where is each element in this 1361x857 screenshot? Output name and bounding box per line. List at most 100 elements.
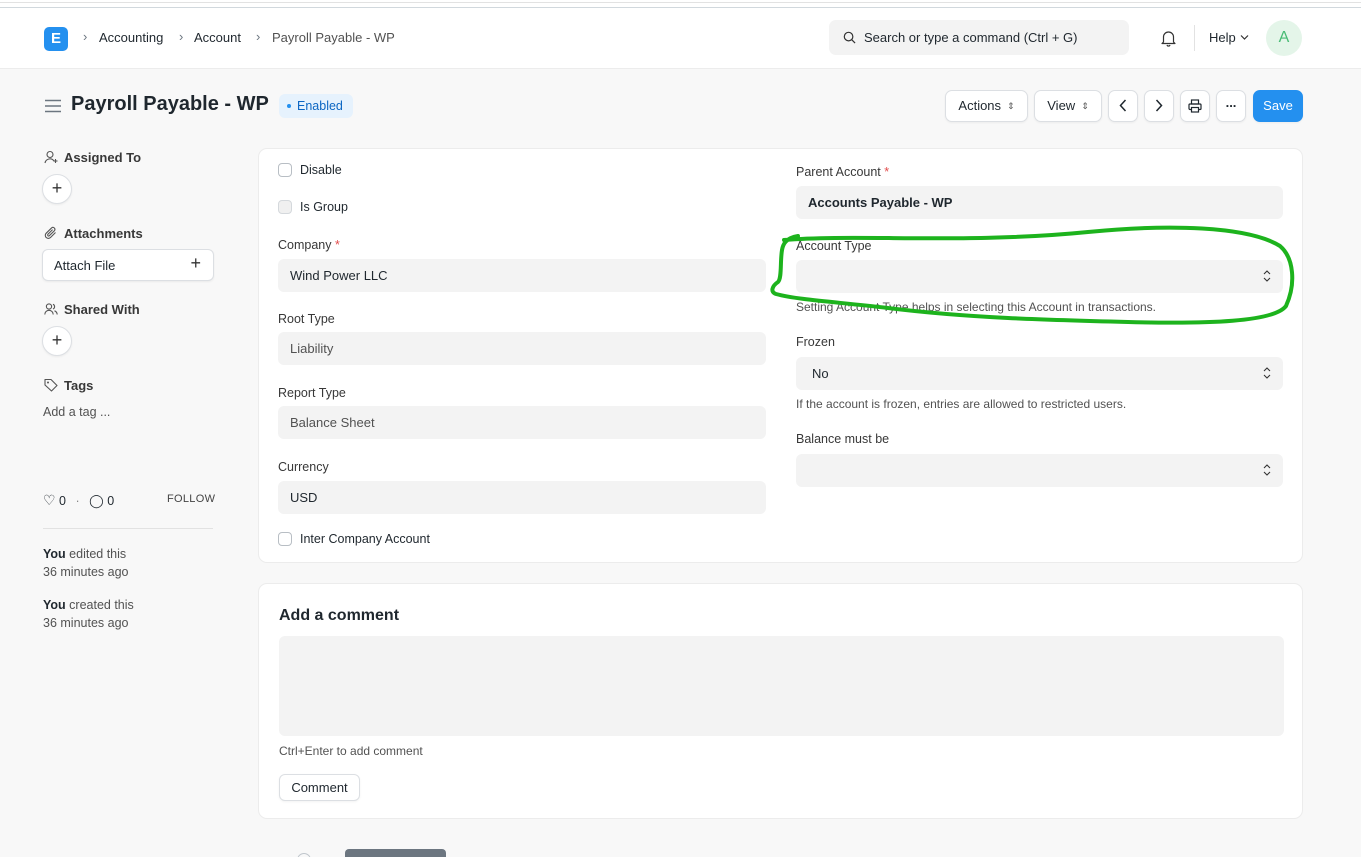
printer-icon <box>1188 99 1202 113</box>
currency-label: Currency <box>278 460 329 474</box>
report-type-field: Balance Sheet <box>278 406 766 439</box>
activity-time: 36 minutes ago <box>43 565 129 579</box>
account-type-description: Setting Account Type helps in selecting … <box>796 300 1156 314</box>
follow-button[interactable]: FOLLOW <box>167 493 215 505</box>
bottom-partial-icon <box>297 853 311 857</box>
next-doc-button[interactable] <box>1144 90 1174 122</box>
comment-count: 0 <box>107 494 115 508</box>
parent-account-field[interactable]: Accounts Payable - WP <box>796 186 1283 219</box>
actions-button[interactable]: Actions ⇕ <box>945 90 1028 122</box>
help-dropdown[interactable]: Help <box>1209 30 1236 45</box>
attach-file-button[interactable]: Attach File + <box>42 249 214 281</box>
inter-company-checkbox[interactable] <box>278 532 292 546</box>
account-type-label: Account Type <box>796 239 872 253</box>
like-count: 0 <box>59 494 66 508</box>
frozen-description: If the account is frozen, entries are al… <box>796 397 1127 411</box>
comment-icon[interactable]: ◯ <box>89 493 104 508</box>
activity-user: You <box>43 598 66 612</box>
search-placeholder: Search or type a command (Ctrl + G) <box>864 30 1078 45</box>
previous-doc-button[interactable] <box>1108 90 1138 122</box>
chevron-right-icon: › <box>179 29 184 44</box>
frozen-label: Frozen <box>796 335 835 349</box>
currency-field[interactable]: USD <box>278 481 766 514</box>
browser-top-strip <box>0 0 1361 8</box>
shared-with-label: Shared With <box>64 302 140 317</box>
breadcrumb-accounting[interactable]: Accounting <box>99 30 163 45</box>
heart-icon[interactable]: ♡ <box>43 492 56 508</box>
add-share-button[interactable]: + <box>42 326 72 356</box>
select-arrows-icon <box>1263 270 1271 282</box>
navbar: E › Accounting › Account › Payroll Payab… <box>0 8 1361 69</box>
chevron-right-icon: › <box>256 29 261 44</box>
assigned-to-label: Assigned To <box>64 150 142 165</box>
separator-dot: · <box>75 494 80 508</box>
app-logo[interactable]: E <box>44 27 68 51</box>
sidebar-toggle-icon[interactable] <box>45 99 61 113</box>
chevron-right-icon <box>1155 99 1163 112</box>
avatar[interactable]: A <box>1266 20 1302 56</box>
status-badge: Enabled <box>279 94 353 118</box>
comment-title: Add a comment <box>279 607 400 624</box>
actions-label: Actions <box>958 98 1002 113</box>
search-icon <box>843 31 856 44</box>
status-label: Enabled <box>297 99 343 113</box>
activity-item: You created this 36 minutes ago <box>43 596 134 632</box>
select-arrows-icon <box>1263 367 1271 379</box>
status-dot <box>287 103 291 108</box>
account-type-select[interactable] <box>796 260 1283 293</box>
is-group-label: Is Group <box>300 200 348 214</box>
view-label: View <box>1047 98 1076 113</box>
required-mark: * <box>884 165 890 179</box>
frozen-select[interactable]: No <box>796 357 1283 390</box>
print-button[interactable] <box>1180 90 1210 122</box>
sort-arrows-icon: ⇕ <box>1007 101 1015 111</box>
balance-must-be-select[interactable] <box>796 454 1283 487</box>
sort-arrows-icon: ⇕ <box>1081 101 1089 111</box>
plus-icon: + <box>190 253 201 273</box>
parent-account-label-text: Parent Account <box>796 165 881 179</box>
paperclip-icon <box>44 226 56 239</box>
more-button[interactable]: ... <box>1216 90 1246 122</box>
comment-hint: Ctrl+Enter to add comment <box>279 744 423 758</box>
add-tag-link[interactable]: Add a tag ... <box>43 405 110 419</box>
users-icon <box>44 303 58 315</box>
breadcrumb-current[interactable]: Payroll Payable - WP <box>272 30 395 45</box>
breadcrumb-account[interactable]: Account <box>194 30 241 45</box>
chevron-left-icon <box>1119 99 1127 112</box>
root-type-field: Liability <box>278 332 766 365</box>
comment-button[interactable]: Comment <box>279 774 360 801</box>
bell-icon[interactable] <box>1160 29 1177 47</box>
attach-file-label: Attach File <box>54 258 116 273</box>
user-plus-icon <box>44 150 58 164</box>
select-arrows-icon <box>1263 464 1271 476</box>
disable-checkbox[interactable] <box>278 163 292 177</box>
tags-label: Tags <box>64 378 94 393</box>
comment-card: Add a comment Ctrl+Enter to add comment … <box>258 583 1303 819</box>
add-assignee-button[interactable]: + <box>42 174 72 204</box>
view-button[interactable]: View ⇕ <box>1034 90 1102 122</box>
navbar-divider <box>1194 25 1195 51</box>
attachments-label: Attachments <box>64 226 143 241</box>
activity-user: You <box>43 547 66 561</box>
comment-input[interactable] <box>279 636 1284 736</box>
parent-account-label: Parent Account * <box>796 165 889 179</box>
company-field[interactable]: Wind Power LLC <box>278 259 766 292</box>
likes-comments-count: ♡ 0 · ◯ 0 <box>43 492 114 509</box>
is-group-checkbox[interactable] <box>278 200 292 214</box>
company-label-text: Company <box>278 238 332 252</box>
tag-icon <box>44 378 58 392</box>
company-label: Company * <box>278 238 340 252</box>
page-title: Payroll Payable - WP <box>71 93 269 115</box>
bottom-partial-element <box>345 849 446 857</box>
activity-time: 36 minutes ago <box>43 616 129 630</box>
sidebar-divider <box>43 528 213 529</box>
activity-action: edited this <box>65 547 127 561</box>
disable-label: Disable <box>300 163 342 177</box>
root-type-label: Root Type <box>278 312 335 326</box>
search-input[interactable]: Search or type a command (Ctrl + G) <box>829 20 1129 55</box>
save-button[interactable]: Save <box>1253 90 1303 122</box>
activity-item: You edited this 36 minutes ago <box>43 545 128 581</box>
chevron-down-icon <box>1240 35 1249 40</box>
required-mark: * <box>334 238 340 252</box>
inter-company-label: Inter Company Account <box>300 532 430 546</box>
